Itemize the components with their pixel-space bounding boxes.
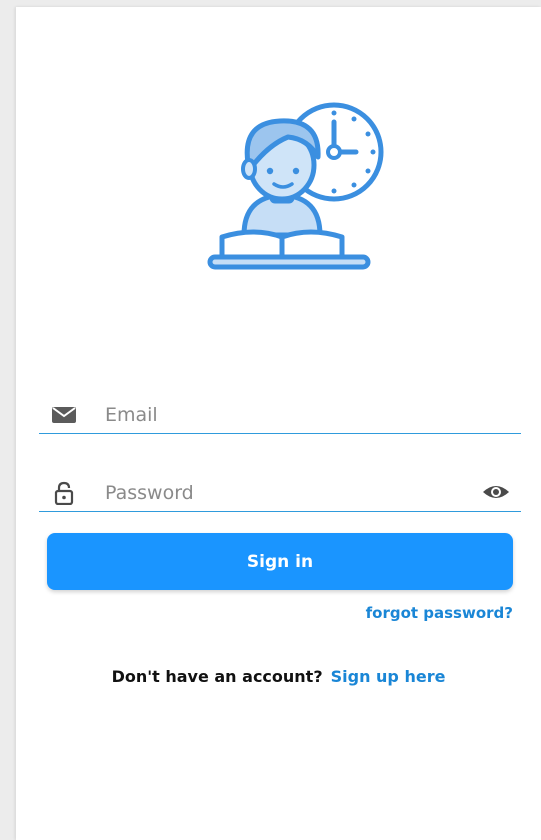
sign-up-link[interactable]: Sign up here <box>331 667 446 686</box>
padlock-icon <box>54 481 74 505</box>
eye-icon[interactable] <box>481 481 511 503</box>
password-input[interactable] <box>105 479 485 507</box>
envelope-icon <box>52 407 76 423</box>
login-screen: Sign in forgot password? Don't have an a… <box>16 7 541 840</box>
email-field[interactable] <box>39 393 521 434</box>
sign-up-prompt: Don't have an account? <box>111 667 323 686</box>
sign-in-button[interactable]: Sign in <box>47 533 513 590</box>
student-clock-illustration <box>207 102 384 270</box>
sign-up-row: Don't have an account? Sign up here <box>16 667 541 686</box>
email-input[interactable] <box>105 401 485 429</box>
password-field[interactable] <box>39 471 521 512</box>
forgot-password-link[interactable]: forgot password? <box>366 604 513 622</box>
